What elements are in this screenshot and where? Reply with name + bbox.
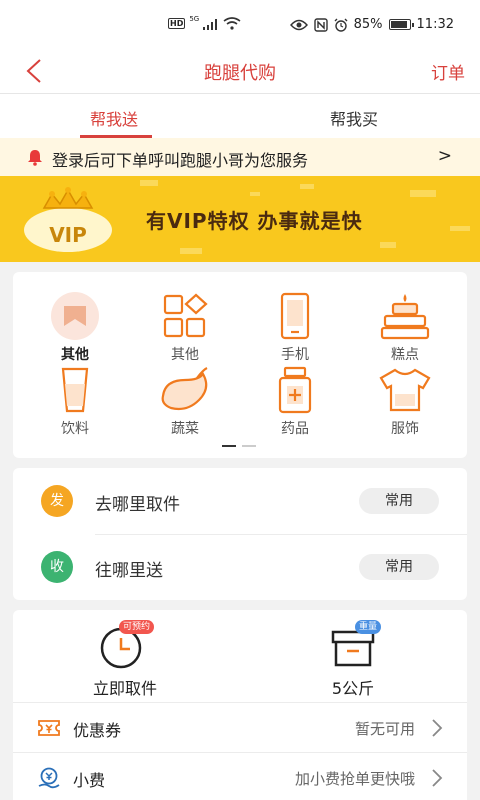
status-bar: HD 5G 85% 11:32 [0,0,480,48]
bookmark-icon [51,292,99,340]
delivery-address-row[interactable]: 收 往哪里送 常用 [13,534,467,600]
category-other-selected[interactable]: 其他 [40,292,110,364]
vip-slogan: 有VIP特权 办事就是快 [146,209,363,233]
vip-crown-badge: VIP [24,187,112,252]
login-notice[interactable]: 登录后可下单呼叫跑腿小哥为您服务 > [0,138,480,176]
coupon-label: 优惠券 [73,721,122,740]
wifi-icon [223,17,241,30]
cup-icon [61,367,89,413]
status-left: HD 5G [168,14,241,30]
delivery-frequent-button[interactable]: 常用 [359,554,439,580]
clock-time: 11:32 [416,17,454,32]
tip-row[interactable]: 小费 加小费抢单更快哦 [13,752,467,800]
category-label: 糕点 [391,347,419,363]
vip-banner[interactable]: VIP 有VIP特权 办事就是快 [0,176,480,262]
pickup-tag: 发 [41,485,73,517]
tab-bar: 帮我送 帮我买 [0,94,480,138]
pickup-time-option[interactable]: 可预约 立即取件 [65,620,185,699]
category-grid: 其他 其他 手机 糕点 饮料 蔬菜 药品 服饰 [13,272,467,458]
category-label: 手机 [281,347,309,363]
banner-decoration [450,226,470,231]
banner-decoration [140,180,158,186]
battery-percent: 85% [353,17,383,32]
banner-decoration [180,248,202,254]
network-type-label: 5G [189,14,200,23]
banner-decoration [380,242,396,248]
shirt-icon [379,368,431,412]
coupon-value: 暂无可用 [354,720,415,738]
category-label: 药品 [281,421,309,437]
alarm-icon [334,18,348,32]
banner-decoration [250,192,260,196]
vip-badge-text: VIP [49,223,87,247]
category-pastry[interactable]: 糕点 [370,292,440,364]
tip-value: 加小费抢单更快哦 [294,770,415,788]
pickup-time-badge: 可预约 [119,620,155,634]
battery-icon [388,19,414,30]
page-indicator-inactive [242,445,256,447]
category-label: 其他 [61,347,89,363]
category-label: 蔬菜 [171,421,199,437]
bell-icon [28,150,42,166]
category-label: 其他 [171,347,199,363]
order-options-card: 可预约 立即取件 重量 5公斤 优惠券 暂无可用 小费 加小费抢单更快哦 [13,610,467,800]
pickup-address-text: 去哪里取件 [95,495,180,515]
category-drinks[interactable]: 饮料 [40,366,110,438]
category-label: 饮料 [61,421,89,437]
tab-send-for-me[interactable]: 帮我送 [90,106,138,130]
status-right: 85% 11:32 [289,17,454,32]
category-clothing[interactable]: 服饰 [370,366,440,438]
category-vegetables[interactable]: 蔬菜 [150,366,220,438]
medicine-icon [278,366,312,414]
category-other[interactable]: 其他 [150,292,220,364]
notice-arrow: > [437,146,452,166]
signal-icon [203,18,218,30]
category-label: 服饰 [391,421,419,437]
banner-decoration [410,190,436,197]
eggplant-icon [161,367,208,411]
phone-icon [280,292,310,340]
page-indicator-active [222,445,236,447]
weight-option[interactable]: 重量 5公斤 [293,620,413,699]
tab-buy-for-me[interactable]: 帮我买 [330,106,378,130]
pickup-time-label: 立即取件 [92,679,157,698]
page-title: 跑腿代购 [204,63,276,84]
coupon-icon [38,720,60,736]
hd-badge: HD [168,18,186,29]
weight-label: 5公斤 [331,679,375,698]
pickup-frequent-button[interactable]: 常用 [359,488,439,514]
address-card: 发 去哪里取件 常用 收 往哪里送 常用 [13,468,467,600]
nfc-icon [313,17,328,32]
weight-badge: 重量 [355,620,382,634]
pickup-address-row[interactable]: 发 去哪里取件 常用 [13,468,467,535]
tip-label: 小费 [73,771,106,790]
nav-bar: 跑腿代购 订单 [0,48,480,94]
delivery-address-text: 往哪里送 [95,561,163,581]
chevron-right-icon [432,769,443,787]
category-phone[interactable]: 手机 [260,292,330,364]
chevron-right-icon [432,719,443,737]
coupon-row[interactable]: 优惠券 暂无可用 [13,702,467,752]
delivery-tag: 收 [41,551,73,583]
orders-link[interactable]: 订单 [431,59,465,84]
category-medicine[interactable]: 药品 [260,366,330,438]
cake-icon [380,294,430,340]
grid-icon [163,293,208,338]
tip-icon [38,767,60,789]
box-icon: 重量 [325,620,382,670]
notice-text: 登录后可下单呼叫跑腿小哥为您服务 [52,151,309,170]
clock-icon: 可预约 [97,620,155,670]
banner-decoration [300,184,314,189]
eye-icon [289,19,308,30]
